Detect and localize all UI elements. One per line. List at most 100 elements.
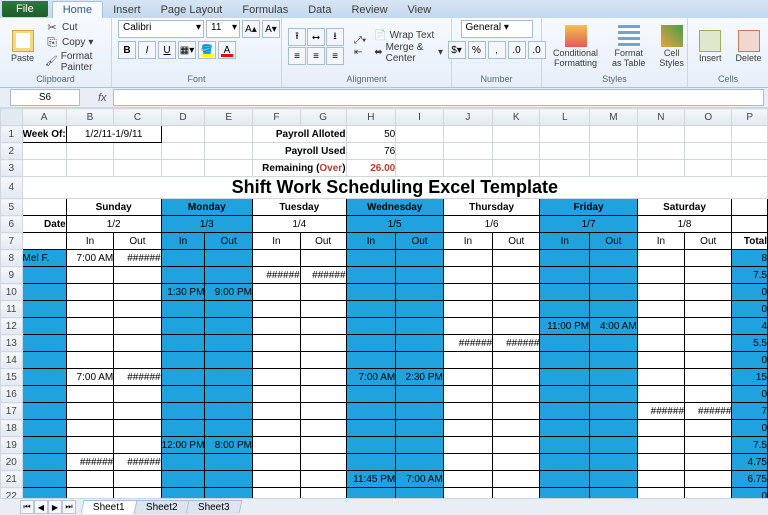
cell[interactable] <box>540 160 590 177</box>
cell[interactable] <box>732 143 768 160</box>
row-header-13[interactable]: 13 <box>1 335 23 352</box>
total-cell[interactable]: 0 <box>732 488 768 499</box>
shift-cell[interactable] <box>685 335 732 352</box>
shift-cell[interactable] <box>66 403 114 420</box>
date-cell[interactable]: 1/6 <box>443 216 540 233</box>
shift-cell[interactable] <box>205 403 253 420</box>
total-cell[interactable]: 5.5 <box>732 335 768 352</box>
shift-cell[interactable]: 8:00 PM <box>205 437 253 454</box>
shift-cell[interactable] <box>540 250 590 267</box>
date-cell[interactable]: 1/4 <box>252 216 346 233</box>
shift-cell[interactable] <box>443 267 492 284</box>
total-header[interactable]: Total <box>732 233 768 250</box>
shift-cell[interactable] <box>66 386 114 403</box>
shift-cell[interactable] <box>114 403 161 420</box>
shrink-font-button[interactable]: A▾ <box>262 20 280 38</box>
shift-cell[interactable] <box>205 471 253 488</box>
shift-cell[interactable] <box>443 284 492 301</box>
row-header-7[interactable]: 7 <box>1 233 23 250</box>
name-cell[interactable] <box>22 488 66 499</box>
shift-cell[interactable] <box>300 318 346 335</box>
shift-cell[interactable]: 12:00 PM <box>161 437 205 454</box>
shift-cell[interactable] <box>205 267 253 284</box>
row-header-10[interactable]: 10 <box>1 284 23 301</box>
align-middle-button[interactable]: ⭤ <box>307 28 325 46</box>
font-size-select[interactable]: 11 ▾ <box>206 20 240 38</box>
shift-cell[interactable] <box>300 386 346 403</box>
cell[interactable]: Remaining (Over) <box>252 160 346 177</box>
name-cell[interactable] <box>22 471 66 488</box>
row-header-9[interactable]: 9 <box>1 267 23 284</box>
merge-center-button[interactable]: ⬌ Merge & Center ▾ <box>372 42 445 64</box>
cell[interactable] <box>493 160 540 177</box>
shift-cell[interactable] <box>540 386 590 403</box>
shift-cell[interactable] <box>493 284 540 301</box>
sheet-tab-sheet1[interactable]: Sheet1 <box>81 500 138 514</box>
shift-cell[interactable] <box>540 488 590 499</box>
cell[interactable] <box>161 160 205 177</box>
shift-cell[interactable]: 7:00 AM <box>346 369 396 386</box>
shift-cell[interactable] <box>300 471 346 488</box>
shift-cell[interactable] <box>300 454 346 471</box>
cell[interactable] <box>114 160 161 177</box>
cell[interactable] <box>590 126 638 143</box>
shift-cell[interactable] <box>637 284 684 301</box>
shift-cell[interactable] <box>443 403 492 420</box>
total-cell[interactable]: 0 <box>732 301 768 318</box>
column-header-B[interactable]: B <box>66 109 114 126</box>
shift-cell[interactable] <box>114 488 161 499</box>
shift-cell[interactable] <box>443 454 492 471</box>
shift-cell[interactable] <box>637 352 684 369</box>
in-header[interactable]: In <box>443 233 492 250</box>
cell[interactable] <box>637 143 684 160</box>
shift-cell[interactable] <box>205 318 253 335</box>
cell[interactable] <box>443 143 492 160</box>
shift-cell[interactable] <box>161 335 205 352</box>
shift-cell[interactable] <box>252 301 300 318</box>
date-cell[interactable]: 1/8 <box>637 216 732 233</box>
sheet-nav-last[interactable]: ⏭ <box>62 500 76 514</box>
shift-cell[interactable] <box>590 386 638 403</box>
out-header[interactable]: Out <box>396 233 444 250</box>
column-header-D[interactable]: D <box>161 109 205 126</box>
shift-cell[interactable] <box>300 437 346 454</box>
shift-cell[interactable] <box>205 369 253 386</box>
day-header[interactable]: Monday <box>161 199 252 216</box>
shift-cell[interactable] <box>685 369 732 386</box>
shift-cell[interactable] <box>493 403 540 420</box>
shift-cell[interactable]: ###### <box>493 335 540 352</box>
shift-cell[interactable] <box>493 267 540 284</box>
total-cell[interactable]: 7.5 <box>732 267 768 284</box>
shift-cell[interactable] <box>590 488 638 499</box>
shift-cell[interactable]: ###### <box>66 454 114 471</box>
in-header[interactable]: In <box>252 233 300 250</box>
shift-cell[interactable] <box>443 318 492 335</box>
out-header[interactable]: Out <box>114 233 161 250</box>
shift-cell[interactable] <box>396 267 444 284</box>
shift-cell[interactable] <box>66 488 114 499</box>
shift-cell[interactable] <box>300 488 346 499</box>
shift-cell[interactable] <box>590 335 638 352</box>
formula-bar[interactable] <box>113 89 764 106</box>
shift-cell[interactable] <box>540 369 590 386</box>
cell[interactable] <box>66 143 114 160</box>
cell[interactable] <box>66 160 114 177</box>
shift-cell[interactable] <box>443 420 492 437</box>
name-cell[interactable] <box>22 301 66 318</box>
total-cell[interactable]: 6.75 <box>732 471 768 488</box>
total-cell[interactable]: 7 <box>732 403 768 420</box>
shift-cell[interactable] <box>346 250 396 267</box>
shift-cell[interactable] <box>114 352 161 369</box>
wrap-text-button[interactable]: 📄 Wrap Text <box>372 30 445 41</box>
ribbon-tab-page-layout[interactable]: Page Layout <box>151 2 233 18</box>
date-cell[interactable]: 1/3 <box>161 216 252 233</box>
shift-cell[interactable] <box>300 352 346 369</box>
cell[interactable] <box>732 160 768 177</box>
shift-cell[interactable] <box>205 454 253 471</box>
shift-cell[interactable] <box>114 437 161 454</box>
row-header-20[interactable]: 20 <box>1 454 23 471</box>
shift-cell[interactable] <box>252 318 300 335</box>
font-family-select[interactable]: Calibri ▾ <box>118 20 204 38</box>
align-bottom-button[interactable]: ⭳ <box>326 28 344 46</box>
shift-cell[interactable] <box>300 335 346 352</box>
